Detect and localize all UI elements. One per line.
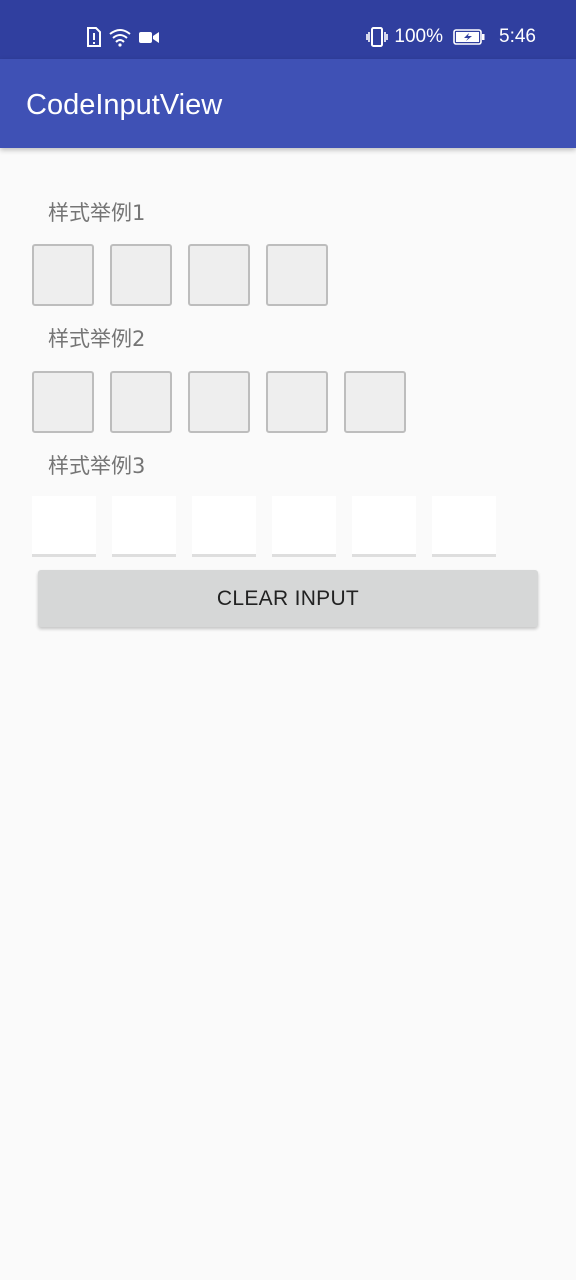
clear-input-button[interactable]: CLEAR INPUT — [38, 570, 538, 627]
code-box[interactable] — [110, 244, 172, 306]
wifi-icon — [108, 27, 132, 47]
status-left-icons — [86, 24, 160, 50]
code-box[interactable] — [266, 244, 328, 306]
code-box[interactable] — [32, 496, 96, 557]
status-time: 5:46 — [499, 26, 536, 47]
code-box[interactable] — [110, 371, 172, 433]
code-box[interactable] — [32, 371, 94, 433]
code-box[interactable] — [188, 244, 250, 306]
video-icon — [138, 29, 160, 45]
code-box[interactable] — [188, 371, 250, 433]
code-box[interactable] — [112, 496, 176, 557]
app-bar: CodeInputView — [0, 59, 576, 148]
status-right: 100% 5:46 — [366, 24, 536, 50]
alert-icon — [86, 27, 102, 47]
code-input-row-2[interactable] — [32, 371, 406, 433]
code-input-row-3[interactable] — [32, 496, 496, 557]
code-box[interactable] — [272, 496, 336, 557]
status-bar: 100% 5:46 — [0, 0, 576, 59]
battery-percent: 100% — [394, 26, 444, 47]
vibrate-icon — [366, 27, 389, 47]
app-title: CodeInputView — [26, 89, 223, 121]
section-label-2: 样式举例2 — [48, 327, 146, 351]
code-box[interactable] — [344, 371, 406, 433]
code-box[interactable] — [266, 371, 328, 433]
section-label-3: 样式举例3 — [48, 454, 146, 478]
code-box[interactable] — [352, 496, 416, 557]
code-box[interactable] — [432, 496, 496, 557]
code-box[interactable] — [32, 244, 94, 306]
code-input-row-1[interactable] — [32, 244, 328, 306]
battery-icon — [453, 29, 485, 45]
section-label-1: 样式举例1 — [48, 201, 146, 225]
code-box[interactable] — [192, 496, 256, 557]
